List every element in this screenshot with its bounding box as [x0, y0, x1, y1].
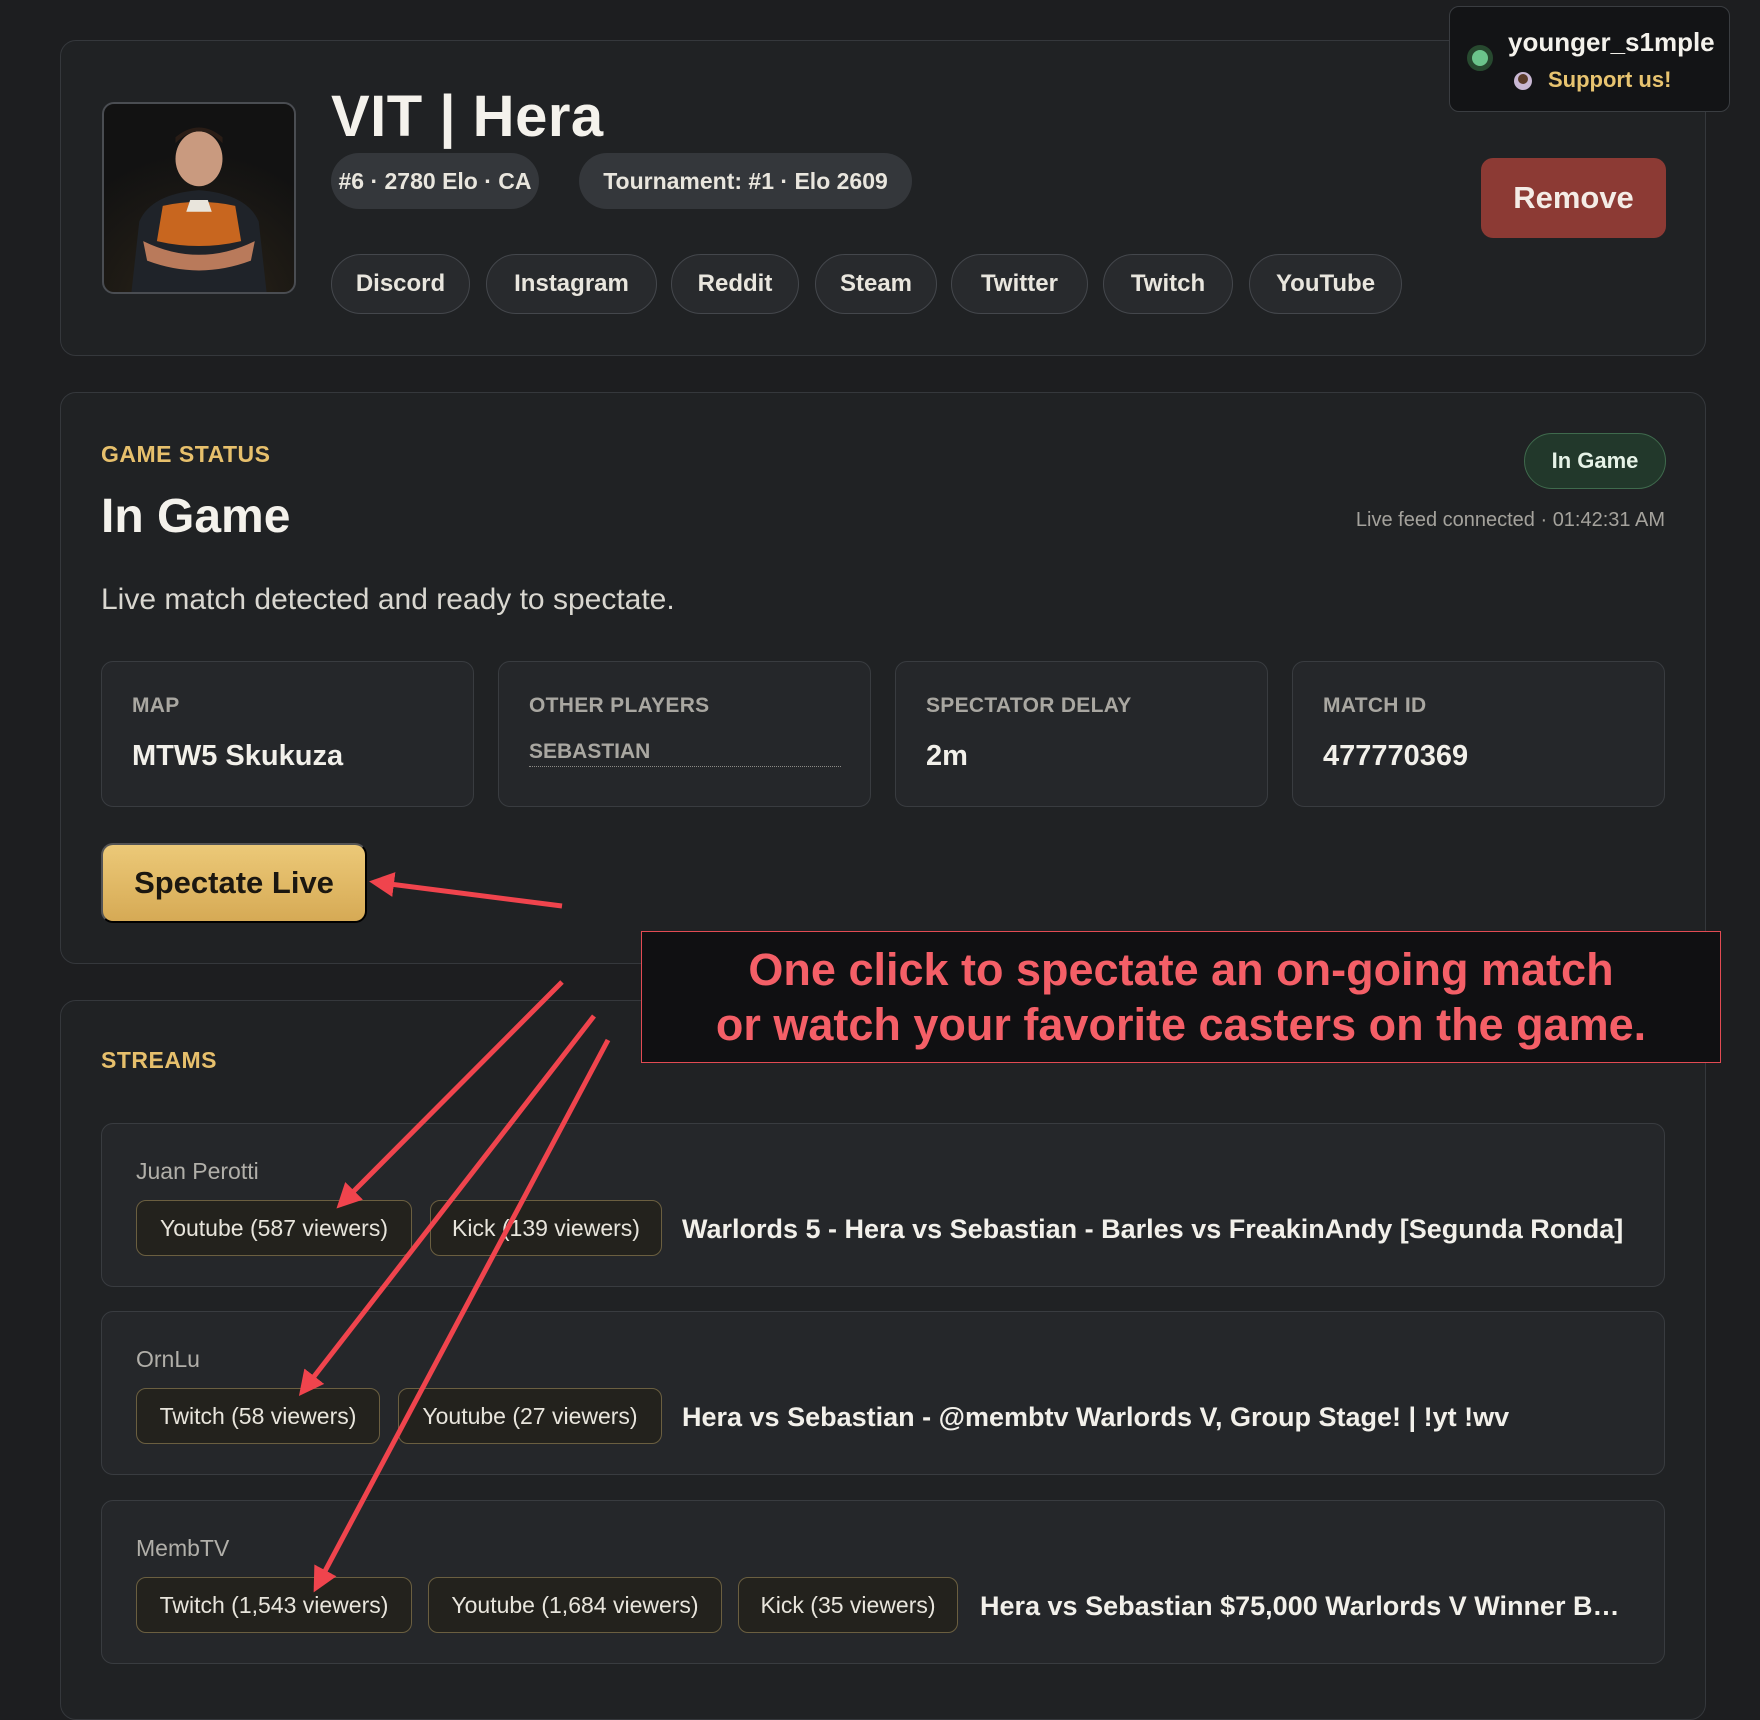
other-players-label: OTHER PLAYERS — [529, 694, 710, 717]
caster-name: Juan Perotti — [136, 1158, 259, 1184]
youtube-stream-button[interactable]: Youtube (27 viewers) — [398, 1388, 662, 1444]
match-id-box: MATCH ID 477770369 — [1292, 661, 1665, 807]
twitch-stream-button[interactable]: Twitch (1,543 viewers) — [136, 1577, 412, 1633]
spectator-delay-value: 2m — [926, 740, 968, 772]
username: younger_s1mple — [1508, 27, 1715, 57]
online-status-icon — [1467, 45, 1493, 71]
spectator-delay-box: SPECTATOR DELAY 2m — [895, 661, 1268, 807]
streams-label: STREAMS — [101, 1047, 217, 1073]
stream-title: Hera vs Sebastian $75,000 Warlords V Win… — [980, 1591, 1630, 1621]
status-badge: In Game — [1524, 433, 1666, 489]
stream-title: Warlords 5 - Hera vs Sebastian - Barles … — [682, 1214, 1624, 1244]
youtube-stream-button[interactable]: Youtube (587 viewers) — [136, 1200, 412, 1256]
annotation-callout: One click to spectate an on-going match … — [641, 931, 1721, 1063]
player-avatar — [102, 102, 296, 294]
game-status-card: GAME STATUS In Game In Game Live feed co… — [60, 392, 1706, 964]
kick-stream-button[interactable]: Kick (139 viewers) — [430, 1200, 662, 1256]
youtube-link[interactable]: YouTube — [1249, 254, 1402, 314]
status-description: Live match detected and ready to spectat… — [101, 583, 675, 616]
tournament-pill: Tournament: #1 · Elo 2609 — [579, 153, 912, 209]
caster-name: MembTV — [136, 1535, 230, 1561]
player-name: VIT | Hera — [331, 84, 604, 149]
support-us-link[interactable]: Support us! — [1548, 67, 1671, 93]
match-id-value: 477770369 — [1323, 740, 1469, 772]
map-value: MTW5 Skukuza — [132, 740, 344, 772]
status-title: In Game — [101, 490, 291, 543]
map-label: MAP — [132, 694, 180, 717]
twitch-link[interactable]: Twitch — [1103, 254, 1233, 314]
map-info-box: MAP MTW5 Skukuza — [101, 661, 474, 807]
spectate-live-button[interactable]: Spectate Live — [101, 843, 367, 923]
streams-card: STREAMS Juan Perotti Youtube (587 viewer… — [60, 1000, 1706, 1720]
kick-stream-button[interactable]: Kick (35 viewers) — [738, 1577, 958, 1633]
youtube-stream-button[interactable]: Youtube (1,684 viewers) — [428, 1577, 722, 1633]
stream-row: OrnLu Twitch (58 viewers) Youtube (27 vi… — [101, 1311, 1665, 1475]
discord-link[interactable]: Discord — [331, 254, 470, 314]
twitch-stream-button[interactable]: Twitch (58 viewers) — [136, 1388, 380, 1444]
other-players-box: OTHER PLAYERS SEBASTIAN — [498, 661, 871, 807]
steam-link[interactable]: Steam — [815, 254, 937, 314]
caster-name: OrnLu — [136, 1346, 200, 1372]
instagram-link[interactable]: Instagram — [486, 254, 657, 314]
user-box: younger_s1mple Support us! — [1449, 6, 1730, 112]
stream-title: Hera vs Sebastian - @membtv Warlords V, … — [682, 1402, 1510, 1432]
coffee-cup-icon — [1514, 72, 1532, 90]
annotation-line-2: or watch your favorite casters on the ga… — [715, 999, 1647, 1050]
twitter-link[interactable]: Twitter — [951, 254, 1088, 314]
stream-row: Juan Perotti Youtube (587 viewers) Kick … — [101, 1123, 1665, 1287]
player-photo — [131, 127, 267, 292]
annotation-line-1: One click to spectate an on-going match — [748, 944, 1614, 995]
match-id-label: MATCH ID — [1323, 694, 1427, 717]
reddit-link[interactable]: Reddit — [671, 254, 799, 314]
spectator-delay-label: SPECTATOR DELAY — [926, 694, 1132, 717]
game-status-label: GAME STATUS — [101, 441, 271, 467]
live-feed-status: Live feed connected · 01:42:31 AM — [1355, 509, 1665, 531]
remove-button[interactable]: Remove — [1481, 158, 1666, 238]
stream-row: MembTV Twitch (1,543 viewers) Youtube (1… — [101, 1500, 1665, 1664]
other-player-link[interactable]: SEBASTIAN — [529, 740, 841, 767]
rank-pill: #6 · 2780 Elo · CA — [331, 153, 539, 209]
